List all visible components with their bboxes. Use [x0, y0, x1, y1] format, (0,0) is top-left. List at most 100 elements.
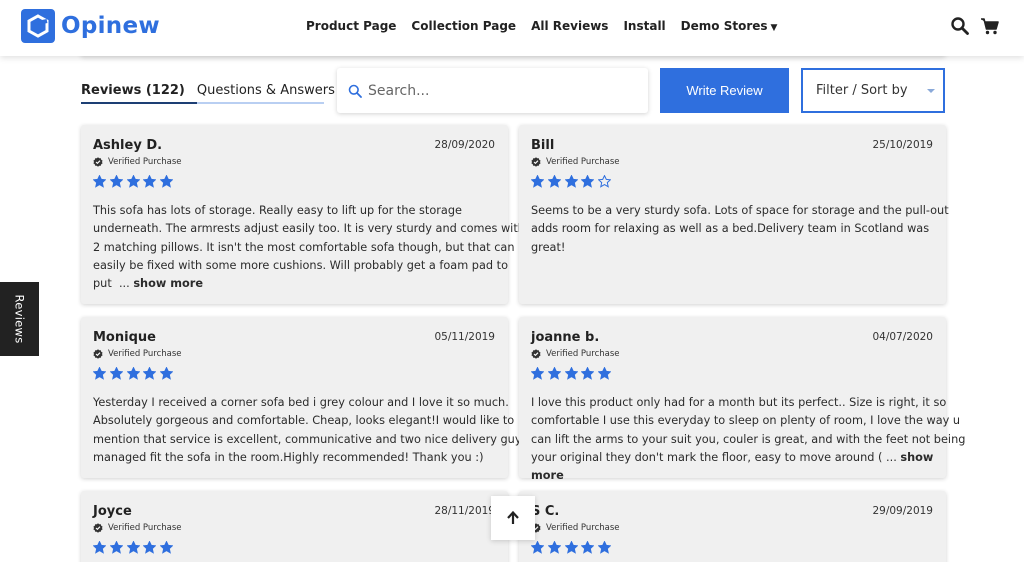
reviewer-name: Monique	[93, 330, 156, 345]
cart-icon[interactable]	[980, 16, 1002, 38]
star-filled-icon	[564, 541, 578, 554]
review-body: This sofa has lots of storage. Really ea…	[93, 202, 525, 293]
verified-purchase-label: Verified Purchase	[108, 523, 182, 533]
reviewer-name: Bill	[531, 138, 555, 153]
verified-purchase-badge: Verified Purchase	[93, 157, 182, 167]
review-text-line: underneath. The armrests adjust easily t…	[93, 222, 525, 236]
review-text-line: easily be fixed with some more cushions.…	[93, 258, 508, 272]
star-filled-icon	[143, 541, 157, 554]
review-body: I love this product only had for a month…	[531, 394, 965, 485]
verified-purchase-badge: Verified Purchase	[93, 349, 182, 359]
verified-purchase-badge: Verified Purchase	[531, 157, 620, 167]
star-filled-icon	[581, 175, 595, 188]
verified-purchase-label: Verified Purchase	[546, 157, 620, 167]
star-filled-icon	[93, 175, 106, 188]
top-header: Opinew Product Page Collection Page All …	[0, 0, 1024, 56]
star-filled-icon	[93, 367, 106, 380]
reviews-side-tab-label: Reviews	[12, 294, 27, 344]
star-filled-icon	[531, 367, 544, 380]
review-date: 28/11/2019	[434, 505, 495, 517]
nav-install[interactable]: Install	[623, 19, 665, 33]
filter-sort-label: Filter / Sort by	[816, 83, 908, 98]
review-text-line: can lift the arms to your suit you, coul…	[531, 432, 966, 446]
star-filled-icon	[109, 175, 123, 188]
verified-badge-icon	[93, 349, 103, 359]
star-filled-icon	[143, 367, 157, 380]
filter-sort-select[interactable]: Filter / Sort by	[801, 68, 945, 113]
nav-demo-stores-label: Demo Stores	[680, 19, 768, 33]
review-date: 25/10/2019	[872, 139, 933, 151]
review-text-line: your original they don't mark the floor,…	[531, 450, 901, 464]
star-filled-icon	[598, 367, 612, 380]
nav-product-page[interactable]: Product Page	[306, 19, 396, 33]
star-filled-icon	[531, 175, 544, 188]
reviewer-name: Ashley D.	[93, 138, 163, 153]
review-date: 29/09/2019	[872, 505, 933, 517]
nav-demo-stores[interactable]: Demo Stores ▼	[681, 19, 778, 33]
reviews-side-tab[interactable]: Reviews	[0, 282, 39, 356]
tab-questions-answers[interactable]: Questions & Answers (0)	[197, 82, 358, 102]
reviewer-name: S C.	[531, 504, 560, 519]
star-filled-icon	[598, 541, 612, 554]
brand-name: Opinew	[61, 13, 160, 39]
star-rating	[93, 175, 177, 188]
verified-purchase-label: Verified Purchase	[108, 157, 182, 167]
star-empty-icon	[598, 175, 612, 188]
search-icon[interactable]	[950, 16, 972, 38]
arrow-up-icon	[507, 510, 519, 524]
star-filled-icon	[564, 367, 578, 380]
star-filled-icon	[564, 175, 578, 188]
star-filled-icon	[93, 541, 106, 554]
verified-purchase-badge: Verified Purchase	[93, 523, 182, 533]
star-filled-icon	[547, 367, 561, 380]
review-body: Yesterday I received a corner sofa bed i…	[93, 394, 527, 467]
write-review-button[interactable]: Write Review	[660, 68, 789, 113]
search-input[interactable]	[368, 82, 618, 99]
logo-icon	[21, 9, 55, 43]
review-text-line: I love this product only had for a month…	[531, 396, 947, 409]
star-filled-icon	[531, 541, 544, 554]
star-rating	[531, 175, 615, 188]
nav-collection-page[interactable]: Collection Page	[411, 19, 516, 33]
review-text-line: put ...	[93, 277, 134, 291]
review-text-line: comfortable I use this everyday to sleep…	[531, 414, 961, 428]
review-card: Joyce 28/11/2019 Verified Purchase	[81, 491, 508, 562]
review-tabs: Reviews (122) Questions & Answers (0)	[81, 82, 357, 104]
review-text-line: Absolutely gorgeous and comfortable. Che…	[93, 414, 515, 428]
star-filled-icon	[547, 541, 561, 554]
verified-purchase-label: Verified Purchase	[546, 349, 620, 359]
review-text-line: great!	[531, 240, 566, 254]
review-text-line: mention that service is excellent, commu…	[93, 432, 528, 446]
dropdown-caret-icon	[927, 89, 935, 93]
review-card: joanne b. 04/07/2020 Verified Purchase I…	[519, 317, 965, 482]
verified-purchase-badge: Verified Purchase	[531, 523, 620, 533]
review-text-line: Seems to be a very sturdy sofa. Lots of …	[531, 204, 949, 217]
star-filled-icon	[126, 175, 140, 188]
search-box	[337, 68, 648, 113]
nav-all-reviews[interactable]: All Reviews	[531, 19, 608, 33]
reviewer-name: Joyce	[93, 504, 132, 519]
review-text-line: 2 matching pillows. It isn't the most co…	[93, 240, 515, 254]
review-text-line: This sofa has lots of storage. Really ea…	[93, 204, 462, 217]
brand-logo[interactable]: Opinew	[21, 9, 160, 43]
show-more-link[interactable]: show more	[133, 277, 203, 290]
star-rating	[531, 541, 615, 554]
star-rating	[93, 367, 177, 380]
star-filled-icon	[143, 175, 157, 188]
tab-reviews[interactable]: Reviews (122)	[81, 82, 197, 104]
review-text-line: managed fit the sofa in the room.Highly …	[93, 450, 484, 464]
star-filled-icon	[109, 367, 123, 380]
search-icon	[348, 84, 362, 98]
verified-badge-icon	[531, 349, 541, 359]
star-rating	[93, 541, 177, 554]
star-filled-icon	[160, 367, 174, 380]
review-date: 28/09/2020	[434, 139, 495, 151]
star-filled-icon	[581, 367, 595, 380]
back-to-top-button[interactable]	[491, 496, 535, 540]
star-filled-icon	[547, 175, 561, 188]
verified-badge-icon	[531, 157, 541, 167]
review-card: S C. 29/09/2019 Verified Purchase	[519, 491, 946, 562]
verified-badge-icon	[93, 523, 103, 533]
star-filled-icon	[160, 541, 174, 554]
review-text-line: Yesterday I received a corner sofa bed i…	[93, 396, 509, 409]
